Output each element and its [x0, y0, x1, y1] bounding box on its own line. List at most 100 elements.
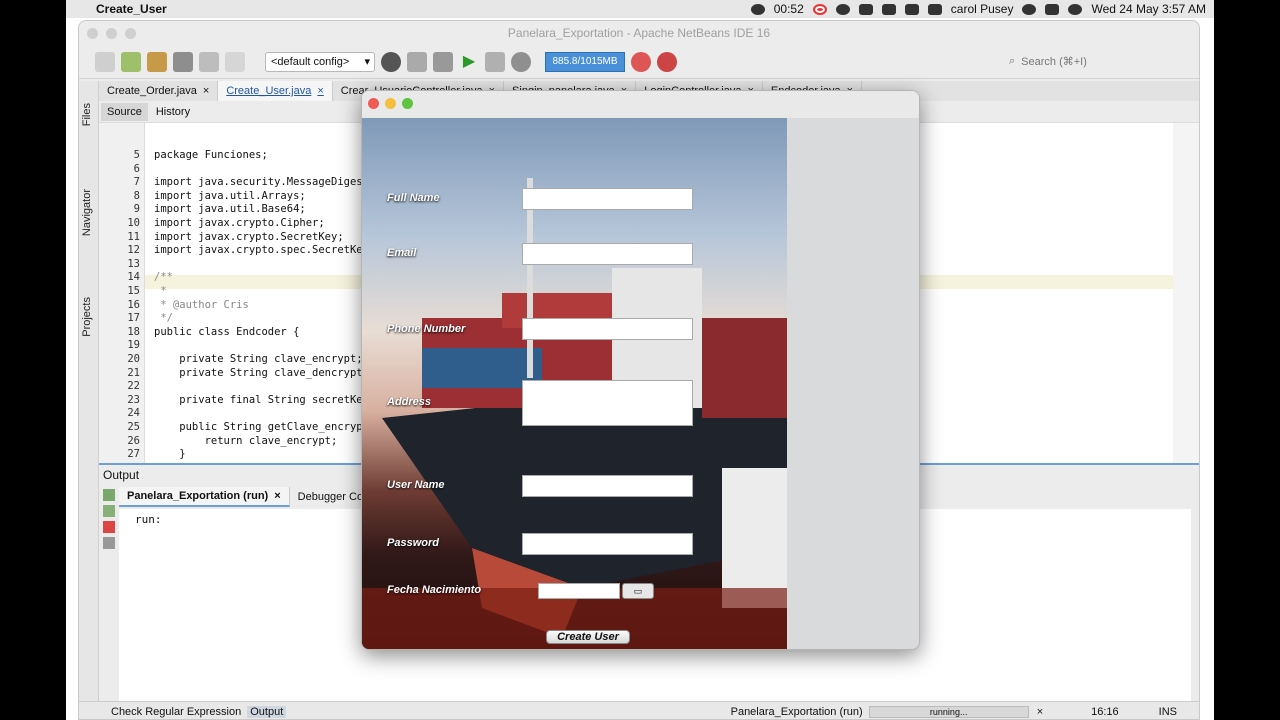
- password-input[interactable]: [522, 533, 693, 555]
- screen-recorder-icon[interactable]: [750, 3, 765, 15]
- files-tab[interactable]: Files: [81, 103, 93, 126]
- tab-debugger-console[interactable]: Debugger Co: [290, 487, 373, 507]
- line-number: 14: [127, 271, 140, 284]
- redo-icon[interactable]: [225, 51, 245, 72]
- minimize-window-button[interactable]: [106, 28, 117, 39]
- open-project-icon[interactable]: [147, 51, 167, 72]
- new-project-icon[interactable]: [121, 51, 141, 72]
- tab-label: Panelara_Exportation (run): [127, 490, 269, 502]
- cancel-run-icon[interactable]: ×: [1037, 706, 1043, 718]
- progress-text: running...: [929, 706, 968, 717]
- configuration-select[interactable]: <default config> ▾: [265, 51, 375, 72]
- record-stop-icon[interactable]: [812, 3, 827, 15]
- ide-toolbar: <default config> ▾ ▶ 885.8/1015MB ⌕ Search…: [79, 45, 1199, 79]
- code-line: */: [154, 312, 173, 325]
- email-input[interactable]: [522, 243, 693, 265]
- ide-search[interactable]: ⌕ Search (⌘+I): [1009, 52, 1163, 72]
- run-icon[interactable]: ▶: [459, 52, 479, 72]
- globe-icon[interactable]: [381, 51, 401, 72]
- address-textarea[interactable]: [522, 380, 693, 426]
- window-controls: [87, 28, 136, 39]
- close-icon[interactable]: ×: [317, 85, 323, 97]
- code-line: package Funciones;: [154, 149, 268, 161]
- source-tab[interactable]: Source: [101, 102, 148, 121]
- menubar-user-name[interactable]: carol Pusey: [951, 2, 1014, 16]
- full-name-input[interactable]: [522, 188, 693, 210]
- create-user-button[interactable]: Create User: [546, 630, 630, 644]
- code-line: public class Endcoder {: [154, 325, 300, 338]
- bluetooth-icon[interactable]: [881, 3, 896, 15]
- menubar-clock[interactable]: Wed 24 May 3:57 AM: [1091, 2, 1206, 16]
- status-bar: Check Regular Expression Output Panelara…: [79, 701, 1199, 719]
- tab-label: Create_Order.java: [107, 85, 197, 97]
- rerun-params-icon[interactable]: [103, 505, 115, 517]
- line-number: 26: [127, 434, 140, 447]
- regex-tab[interactable]: Check Regular Expression: [111, 706, 241, 718]
- line-number: 7: [133, 176, 140, 189]
- profiler-snapshot-icon[interactable]: [657, 51, 677, 72]
- undo-icon[interactable]: [199, 51, 219, 72]
- user-name-input[interactable]: [522, 475, 693, 497]
- profile-icon[interactable]: [511, 51, 531, 72]
- ide-window-title: Panelara_Exportation - Apache NetBeans I…: [507, 26, 771, 40]
- control-center-icon[interactable]: [1045, 3, 1060, 15]
- settings-icon[interactable]: [103, 537, 115, 549]
- minimize-window-button[interactable]: [385, 98, 396, 109]
- clean-build-icon[interactable]: [433, 51, 453, 72]
- rerun-icon[interactable]: [103, 489, 115, 501]
- code-line: /**: [154, 271, 173, 284]
- code-line: import java.util.Base64;: [154, 203, 306, 216]
- line-number: 11: [127, 230, 140, 243]
- new-file-icon[interactable]: [95, 51, 115, 72]
- tab-create-user[interactable]: Create_User.java ×: [218, 81, 333, 101]
- close-icon[interactable]: ×: [203, 85, 209, 97]
- phone-number-label: Phone Number: [387, 323, 466, 335]
- calendar-icon: ▭: [633, 585, 643, 596]
- play-icon[interactable]: [835, 3, 850, 15]
- code-line: import javax.crypto.spec.SecretKeyS: [154, 244, 376, 257]
- code-line: import java.security.MessageDigest;: [154, 176, 376, 189]
- tab-run-output[interactable]: Panelara_Exportation (run) ×: [119, 487, 290, 507]
- active-app-name[interactable]: Create_User: [96, 2, 167, 16]
- stop-icon[interactable]: [103, 521, 115, 533]
- birthdate-input[interactable]: [538, 583, 620, 599]
- code-line: private String clave_dencrypt;: [154, 366, 369, 379]
- close-icon[interactable]: ×: [274, 490, 280, 502]
- line-number: 17: [127, 312, 140, 325]
- line-number: 25: [127, 421, 140, 433]
- build-icon[interactable]: [407, 51, 427, 72]
- birthdate-label: Fecha Nacimiento: [387, 584, 482, 596]
- full-name-label: Full Name: [387, 192, 440, 204]
- code-line: import javax.crypto.Cipher;: [154, 217, 325, 229]
- history-tab[interactable]: History: [150, 103, 196, 121]
- zoom-window-button[interactable]: [125, 28, 136, 39]
- spotlight-search-icon[interactable]: [1022, 3, 1037, 15]
- line-number: 24: [127, 407, 140, 420]
- output-status-tab[interactable]: Output: [247, 705, 287, 718]
- save-all-icon[interactable]: [173, 51, 193, 72]
- calendar-picker-button[interactable]: ▭: [622, 583, 654, 599]
- tab-create-order[interactable]: Create_Order.java ×: [99, 81, 219, 101]
- code-line: private String clave_encrypt;: [154, 353, 363, 365]
- wifi-icon[interactable]: [927, 3, 942, 15]
- navigator-tab[interactable]: Navigator: [81, 189, 93, 236]
- siri-icon[interactable]: [1068, 3, 1083, 15]
- close-window-button[interactable]: [87, 28, 98, 39]
- debug-icon[interactable]: [485, 51, 505, 72]
- recording-timer: 00:52: [773, 2, 804, 16]
- volume-icon[interactable]: [858, 3, 873, 15]
- zoom-window-button[interactable]: [402, 98, 413, 109]
- line-number: 8: [133, 189, 140, 202]
- projects-tab[interactable]: Projects: [81, 297, 93, 337]
- line-number: 16: [127, 298, 140, 311]
- line-number: 23: [127, 393, 140, 406]
- battery-icon[interactable]: [904, 3, 919, 15]
- gc-icon[interactable]: [631, 51, 651, 72]
- chevron-down-icon: ▾: [364, 56, 370, 68]
- code-line: * @author Cris: [154, 298, 249, 311]
- line-number: 15: [127, 285, 140, 297]
- editor-scrollbar[interactable]: [1173, 123, 1199, 463]
- close-window-button[interactable]: [368, 98, 379, 109]
- phone-number-input[interactable]: [522, 318, 693, 340]
- memory-indicator[interactable]: 885.8/1015MB: [545, 51, 625, 72]
